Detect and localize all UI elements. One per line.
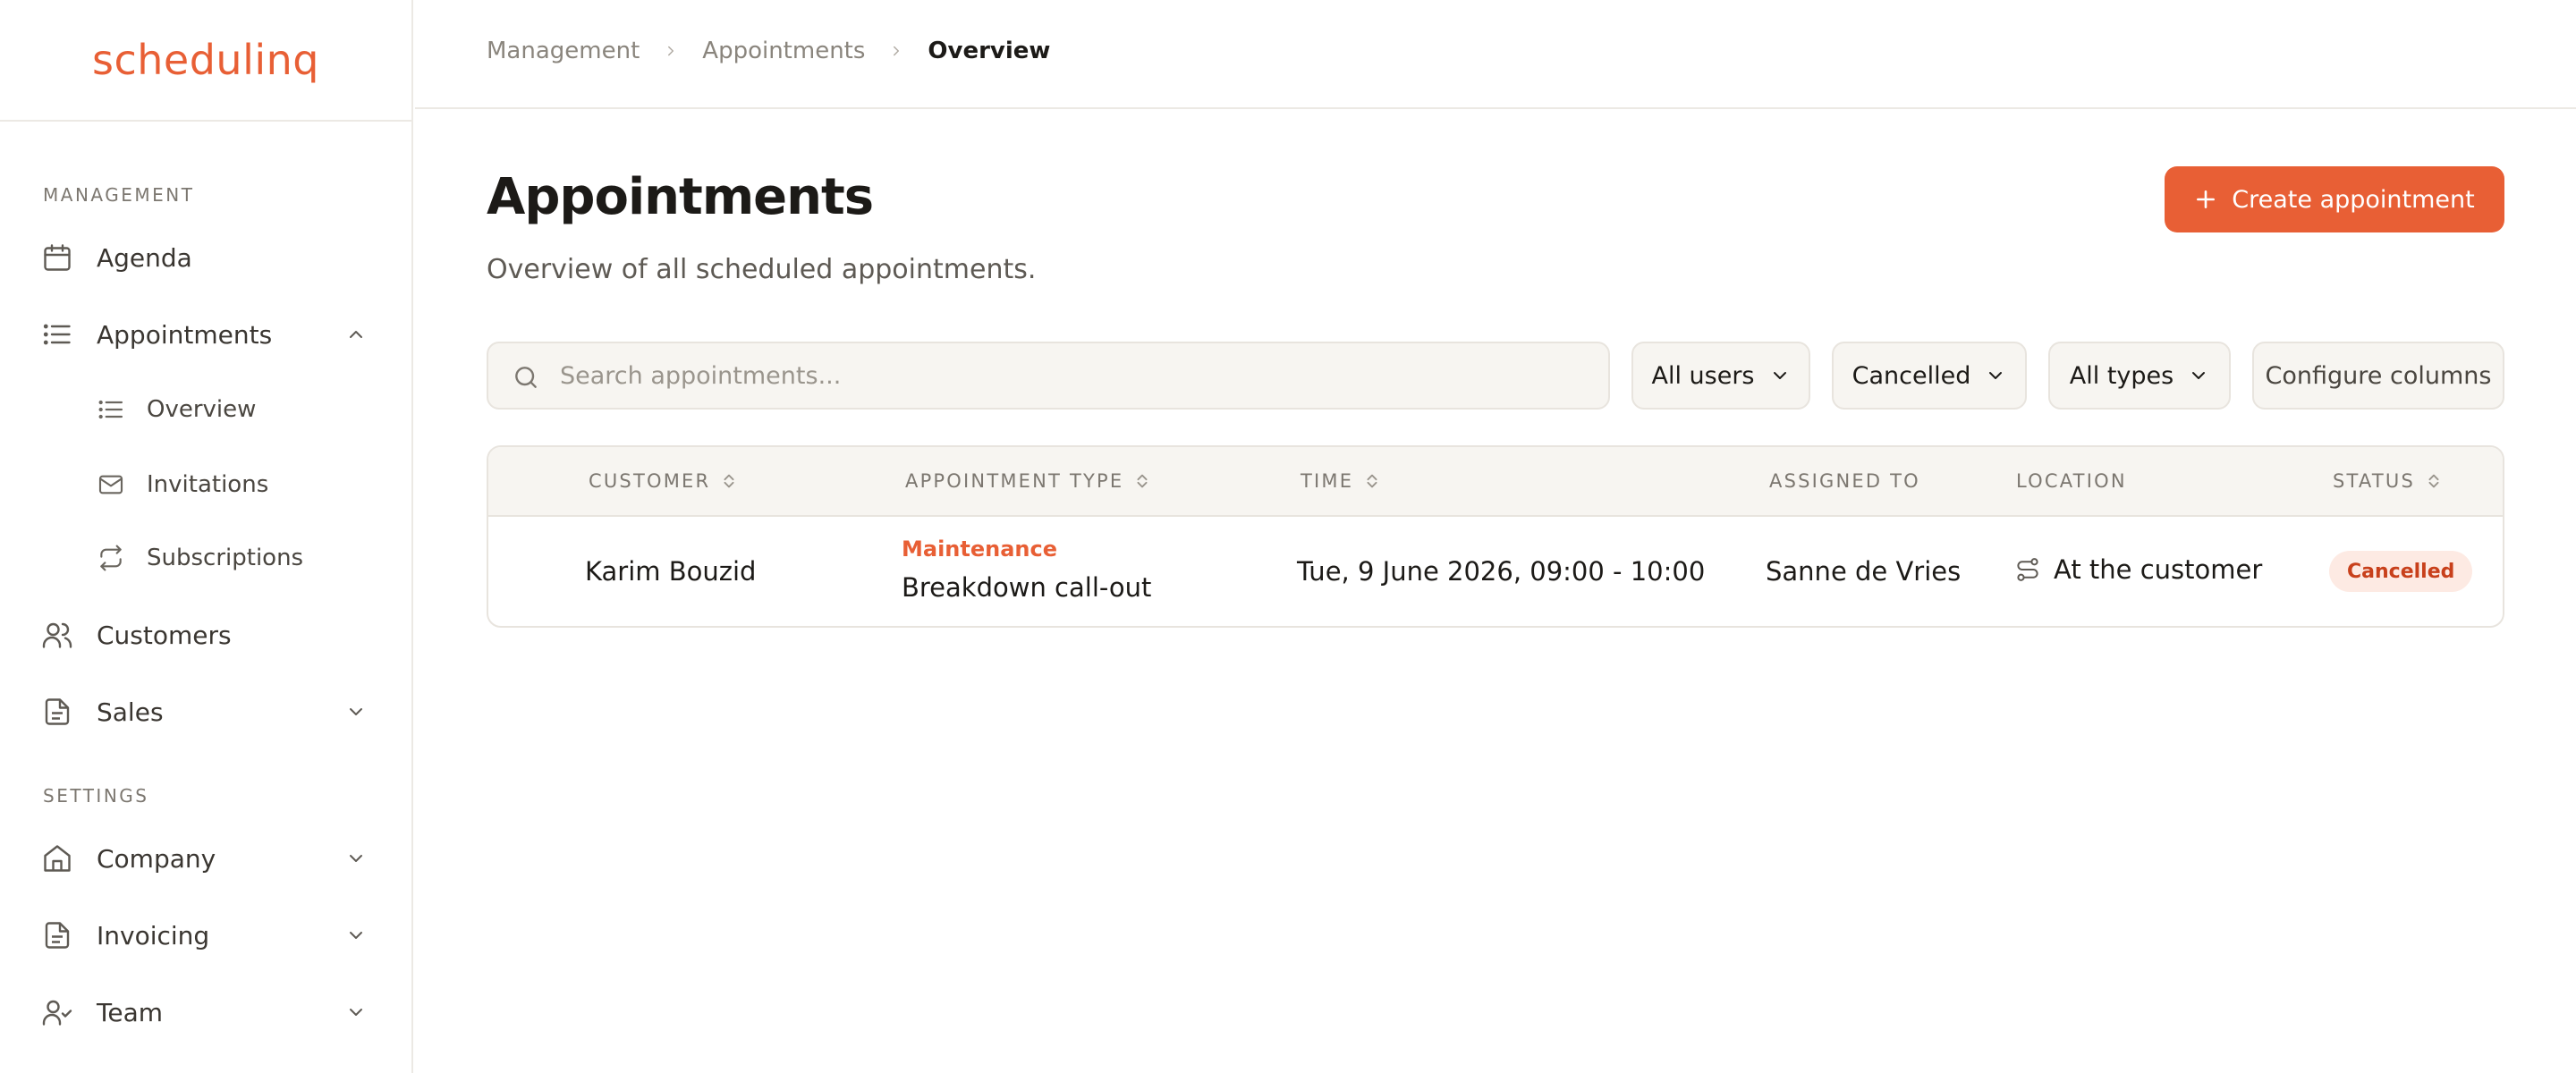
sidebar-item-label: Invoicing: [97, 920, 210, 950]
sidebar-item-appointments[interactable]: Appointments: [0, 308, 411, 361]
sidebar-item-label: Agenda: [97, 242, 192, 273]
search-box[interactable]: [487, 342, 1610, 410]
users-icon: [42, 622, 72, 648]
chevron-right-icon: [668, 46, 674, 56]
sidebar-item-customers[interactable]: Customers: [0, 608, 411, 662]
sidebar-item-invoicing[interactable]: Invoicing: [0, 908, 411, 962]
column-header-label: ASSIGNED TO: [1769, 470, 1920, 492]
route-icon: [2017, 558, 2038, 581]
sidebar-subitem-subscriptions[interactable]: Subscriptions: [0, 531, 411, 585]
sidebar-item-team[interactable]: Team: [0, 985, 411, 1039]
sidebar-item-label: Sales: [97, 697, 164, 727]
column-header-label: LOCATION: [2016, 470, 2127, 492]
chevron-down-icon[interactable]: [345, 701, 367, 722]
page-subtitle: Overview of all scheduled appointments.: [487, 254, 1037, 285]
plus-icon: [2197, 190, 2216, 208]
topbar: Management Appointments Overview: [415, 0, 2576, 109]
users-filter-dropdown[interactable]: All users: [1631, 342, 1810, 410]
search-icon: [515, 367, 537, 388]
sort-icon: [2428, 474, 2439, 488]
column-header-assigned-to: ASSIGNED TO: [1769, 470, 1920, 492]
sort-icon: [1367, 474, 1377, 488]
table-header: CUSTOMER APPOINTMENT TYPE TIME ASSIGNED …: [488, 447, 2503, 517]
breadcrumb: Management Appointments Overview: [487, 38, 1050, 64]
chevron-down-icon[interactable]: [345, 848, 367, 869]
sort-icon: [724, 474, 734, 488]
column-header-customer[interactable]: CUSTOMER: [589, 470, 739, 492]
create-appointment-label: Create appointment: [2232, 185, 2475, 214]
configure-columns-label: Configure columns: [2265, 361, 2492, 390]
location-label: At the customer: [2054, 554, 2263, 585]
cell-appointment-type: Breakdown call-out: [902, 572, 1152, 603]
logo-text: schedulinq: [92, 36, 319, 84]
search-input[interactable]: [560, 343, 1589, 408]
building-icon: [44, 845, 71, 872]
chevron-up-icon[interactable]: [345, 324, 367, 345]
cell-location: At the customer: [2014, 554, 2262, 585]
status-filter-value: Cancelled: [1852, 361, 1971, 390]
invoice-icon: [45, 922, 70, 949]
breadcrumb-item-management[interactable]: Management: [487, 38, 640, 64]
cell-time: Tue, 9 June 2026, 09:00 - 10:00: [1297, 556, 1706, 587]
sort-icon: [1137, 474, 1148, 488]
column-header-label: STATUS: [2333, 470, 2415, 492]
column-header-location: LOCATION: [2016, 470, 2127, 492]
repeat-icon: [100, 545, 122, 571]
chevron-down-icon: [2192, 372, 2206, 379]
column-header-label: TIME: [1301, 470, 1354, 492]
type-filter-value: All types: [2069, 361, 2174, 390]
sidebar: schedulinq MANAGEMENT Agenda Appointment…: [0, 0, 413, 1073]
section-label-settings: SETTINGS: [43, 785, 149, 807]
chevron-down-icon[interactable]: [345, 925, 367, 946]
sidebar-subitem-label: Overview: [147, 396, 257, 423]
column-header-appointment-type[interactable]: APPOINTMENT TYPE: [905, 470, 1152, 492]
mail-icon: [98, 475, 123, 494]
section-label-management: MANAGEMENT: [43, 184, 195, 206]
sidebar-subitem-label: Subscriptions: [147, 545, 304, 571]
chevron-down-icon: [1989, 372, 2003, 379]
column-header-label: CUSTOMER: [589, 470, 711, 492]
sidebar-item-label: Team: [97, 997, 164, 1027]
list-icon: [43, 324, 71, 345]
cell-customer: Karim Bouzid: [585, 556, 757, 587]
chevron-down-icon[interactable]: [345, 1001, 367, 1023]
breadcrumb-item-overview: Overview: [928, 38, 1051, 64]
create-appointment-button[interactable]: Create appointment: [2165, 166, 2504, 232]
chevron-right-icon: [894, 46, 900, 56]
list-icon: [98, 400, 123, 419]
sidebar-item-label: Customers: [97, 620, 232, 650]
configure-columns-button[interactable]: Configure columns: [2252, 342, 2504, 410]
sidebar-subitem-overview[interactable]: Overview: [0, 383, 411, 436]
document-icon: [45, 698, 70, 725]
column-header-status[interactable]: STATUS: [2333, 470, 2444, 492]
appointments-table: CUSTOMER APPOINTMENT TYPE TIME ASSIGNED …: [487, 445, 2504, 628]
status-badge: Cancelled: [2329, 551, 2473, 592]
sidebar-item-company[interactable]: Company: [0, 832, 411, 885]
sidebar-item-agenda[interactable]: Agenda: [0, 231, 411, 284]
users-filter-value: All users: [1651, 361, 1755, 390]
breadcrumb-item-appointments[interactable]: Appointments: [702, 38, 865, 64]
type-filter-dropdown[interactable]: All types: [2048, 342, 2231, 410]
page-title: Appointments: [487, 168, 874, 226]
appointment-type-tag: Maintenance: [902, 536, 1058, 562]
sidebar-item-label: Appointments: [97, 319, 273, 350]
sidebar-item-label: Company: [97, 843, 216, 874]
status-filter-dropdown[interactable]: Cancelled: [1832, 342, 2027, 410]
column-header-time[interactable]: TIME: [1301, 470, 1382, 492]
calendar-icon: [44, 244, 71, 271]
chevron-down-icon: [1773, 372, 1786, 379]
sidebar-item-sales[interactable]: Sales: [0, 685, 411, 739]
cell-assigned-to: Sanne de Vries: [1766, 556, 1962, 587]
sidebar-subitem-label: Invitations: [147, 471, 269, 498]
logo[interactable]: schedulinq: [0, 0, 411, 122]
column-header-label: APPOINTMENT TYPE: [905, 470, 1124, 492]
user-check-icon: [42, 1000, 72, 1026]
sidebar-subitem-invitations[interactable]: Invitations: [0, 458, 411, 511]
